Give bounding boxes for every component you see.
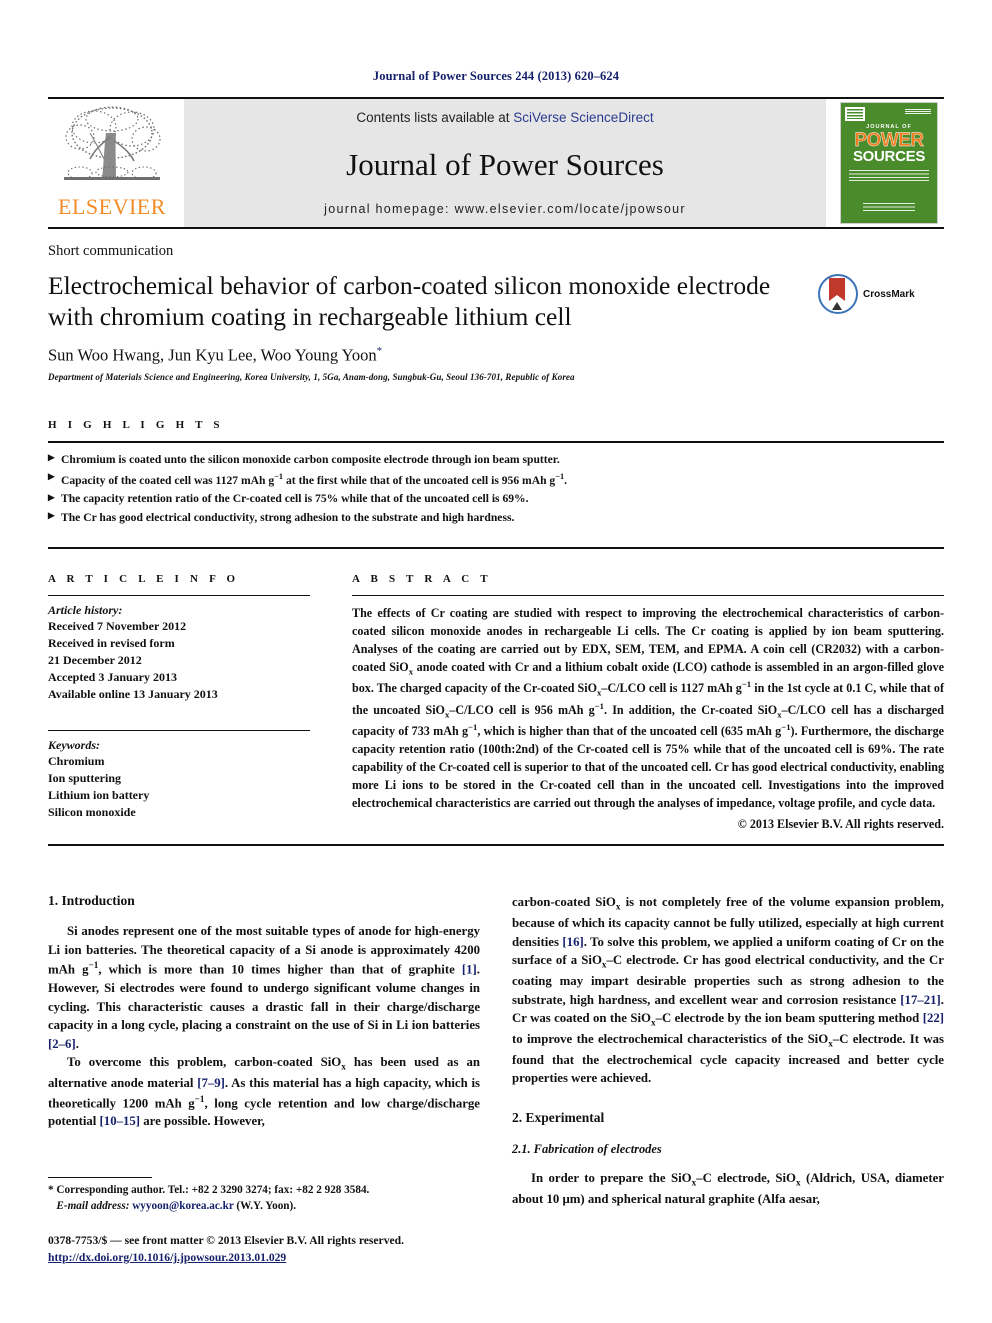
crossmark-label: CrossMark [863, 288, 915, 300]
masthead-center: Contents lists available at SciVerse Sci… [184, 99, 826, 227]
journal-cover-block: JOURNAL OF POWER SOURCES [834, 99, 944, 227]
crossmark-badge[interactable]: CrossMark [818, 274, 915, 314]
cover-elsevier-mark [845, 107, 865, 121]
list-item: Chromium is coated unto the silicon mono… [48, 451, 944, 470]
paragraph: In order to prepare the SiOx–C electrode… [512, 1171, 944, 1206]
list-item: The capacity retention ratio of the Cr-c… [48, 490, 944, 509]
email-label: E-mail address: [56, 1200, 130, 1213]
abstract-rule [352, 594, 944, 596]
paper-page: Journal of Power Sources 244 (2013) 620–… [0, 0, 992, 1323]
paragraph: Si anodes represent one of the most suit… [48, 924, 480, 1051]
cover-footer-lines [863, 203, 915, 211]
elsevier-tree-icon [60, 103, 164, 195]
crossmark-icon [818, 274, 858, 314]
doi-link[interactable]: http://dx.doi.org/10.1016/j.jpowsour.201… [48, 1250, 468, 1267]
highlights-section: H I G H L I G H T S Chromium is coated u… [48, 419, 944, 549]
list-item: The Cr has good electrical conductivity,… [48, 509, 944, 528]
elsevier-wordmark: ELSEVIER [58, 194, 166, 219]
journal-homepage-link[interactable]: journal homepage: www.elsevier.com/locat… [184, 202, 826, 216]
email-suffix: (W.Y. Yoon). [236, 1200, 297, 1213]
email-note: E-mail address: wyyoon@korea.ac.kr (W.Y.… [48, 1198, 468, 1214]
affiliation: Department of Materials Science and Engi… [48, 371, 575, 382]
cover-sources-text: SOURCES [852, 148, 926, 165]
contents-prefix: Contents lists available at [356, 110, 514, 125]
body-column-right: carbon-coated SiOx is not completely fre… [512, 893, 944, 1208]
body-columns: 1. Introduction Si anodes represent one … [48, 893, 944, 1208]
list-item: Capacity of the coated cell was 1127 mAh… [48, 470, 944, 491]
history-revised-label: Received in revised form [48, 635, 175, 650]
article-info-rule [48, 594, 310, 596]
sciencedirect-link[interactable]: SciVerse ScienceDirect [513, 110, 653, 125]
article-info-heading: A R T I C L E I N F O [48, 572, 240, 585]
corresponding-author-note: * Corresponding author. Tel.: +82 2 3290… [48, 1183, 370, 1196]
cover-issn-bar [905, 109, 931, 115]
journal-title: Journal of Power Sources [346, 146, 664, 182]
footnote-block: * Corresponding author. Tel.: +82 2 3290… [48, 1176, 468, 1267]
article-type: Short communication [48, 243, 174, 259]
elsevier-logo-block: ELSEVIER [48, 99, 176, 227]
keyword-item: Ion sputtering [48, 770, 122, 785]
journal-masthead: ELSEVIER Contents lists available at Sci… [48, 97, 944, 229]
section-heading-introduction: 1. Introduction [48, 893, 135, 909]
keyword-item: Chromium [48, 753, 105, 768]
keywords-rule [48, 729, 310, 731]
author-list: Sun Woo Hwang, Jun Kyu Lee, Woo Young Yo… [48, 345, 944, 366]
paragraph: To overcome this problem, carbon-coated … [48, 1055, 480, 1129]
body-column-left: 1. Introduction Si anodes represent one … [48, 893, 480, 1208]
subsection-heading-fabrication: 2.1. Fabrication of electrodes [512, 1142, 662, 1156]
footnote-rule [48, 1176, 152, 1178]
abstract-column: A B S T R A C T The effects of Cr coatin… [334, 573, 944, 832]
abstract-bottom-rule [48, 844, 944, 847]
highlights-bottom-rule [48, 546, 944, 549]
highlights-list: Chromium is coated unto the silicon mono… [48, 443, 944, 537]
section-heading-experimental: 2. Experimental [512, 1110, 605, 1125]
history-online: Available online 13 January 2013 [48, 686, 218, 701]
running-head: Journal of Power Sources 244 (2013) 620–… [372, 69, 620, 83]
article-info-column: A R T I C L E I N F O Article history: R… [48, 573, 334, 832]
issn-block: 0378-7753/$ — see front matter © 2013 El… [48, 1233, 468, 1267]
article-history-label: Article history: [48, 602, 123, 617]
contents-available-line: Contents lists available at SciVerse Sci… [184, 110, 826, 125]
issn-front-matter: 0378-7753/$ — see front matter © 2013 El… [48, 1234, 404, 1248]
abstract-copyright: © 2013 Elsevier B.V. All rights reserved… [737, 817, 944, 832]
email-link[interactable]: wyyoon@korea.ac.kr [132, 1200, 233, 1212]
keyword-item: Silicon monoxide [48, 804, 136, 819]
cover-subtitle-lines [849, 170, 929, 181]
history-accepted: Accepted 3 January 2013 [48, 669, 177, 684]
history-revised-date: 21 December 2012 [48, 652, 142, 667]
keyword-item: Lithium ion battery [48, 787, 150, 802]
journal-cover-image: JOURNAL OF POWER SOURCES [840, 102, 938, 224]
info-abstract-row: A R T I C L E I N F O Article history: R… [48, 573, 944, 832]
keywords-label: Keywords: [48, 737, 100, 752]
title-row: Electrochemical behavior of carbon-coate… [48, 270, 944, 332]
corresponding-marker: * [376, 345, 383, 358]
history-received: Received 7 November 2012 [48, 618, 187, 633]
paragraph: carbon-coated SiOx is not completely fre… [512, 895, 945, 1086]
highlights-heading: H I G H L I G H T S [48, 418, 224, 431]
abstract-heading: A B S T R A C T [352, 572, 492, 585]
author-names: Sun Woo Hwang, Jun Kyu Lee, Woo Young Yo… [48, 345, 377, 365]
page-title: Electrochemical behavior of carbon-coate… [48, 271, 771, 332]
abstract-text: The effects of Cr coating are studied wi… [352, 605, 944, 811]
